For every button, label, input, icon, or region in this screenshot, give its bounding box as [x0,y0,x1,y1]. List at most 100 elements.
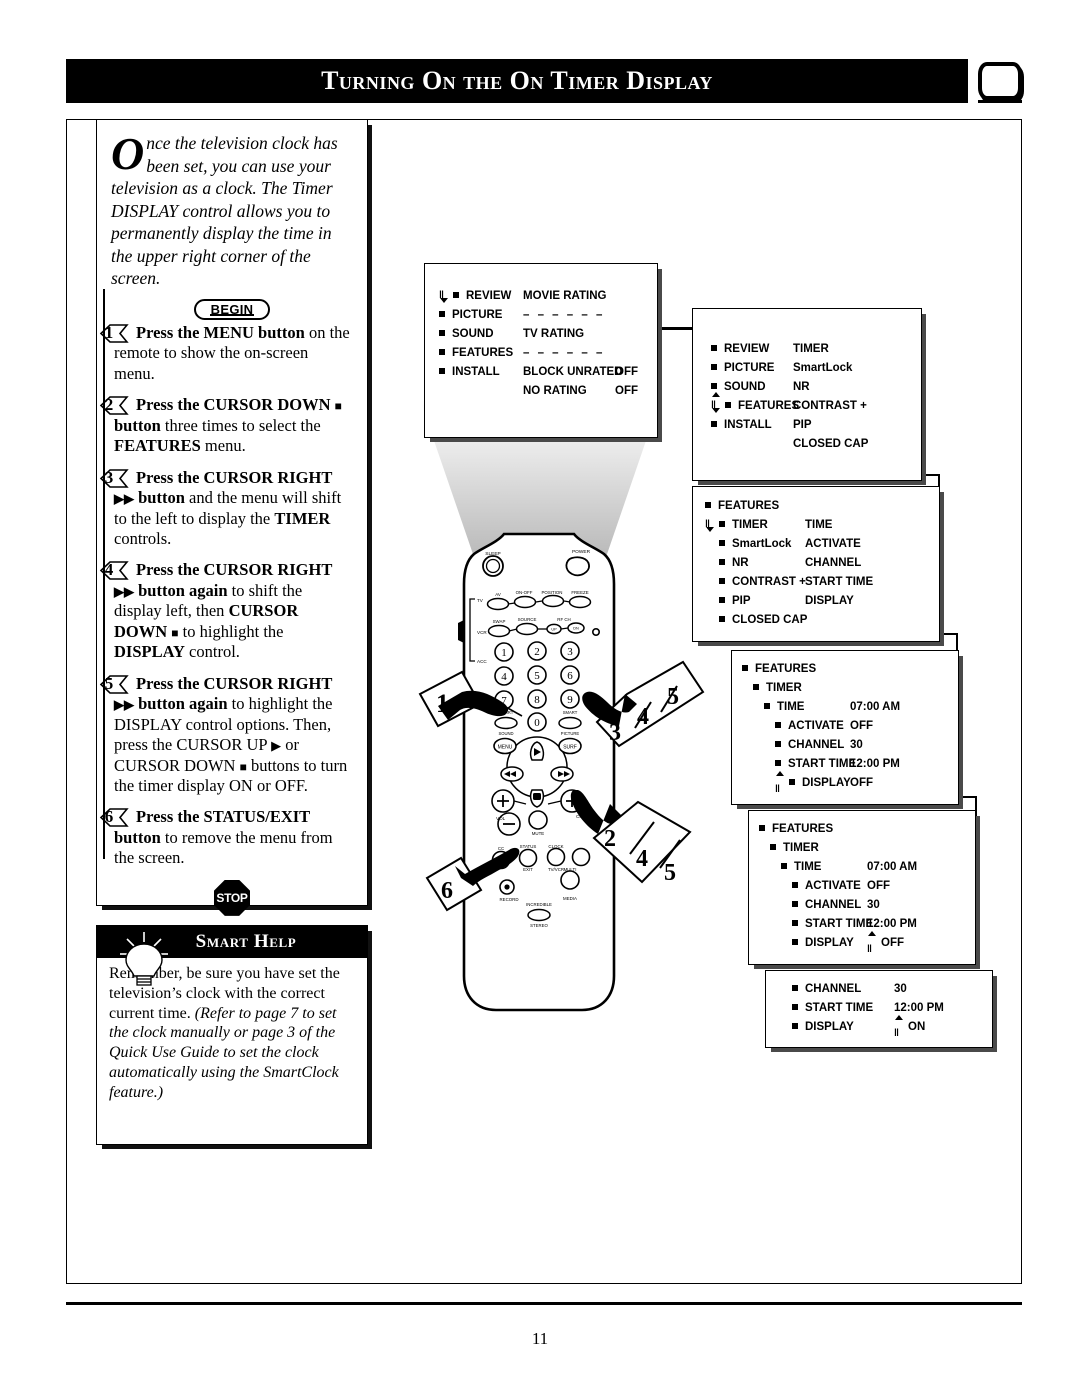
callout-step-1: 1 [418,670,523,728]
svg-text:TV: TV [477,598,484,603]
osd-row-label: TIMER [732,519,768,531]
svg-text:FREEZE: FREEZE [571,590,588,595]
osd-bullet [781,863,787,869]
osd-value-text: ON [908,1021,926,1033]
svg-text:VCR: VCR [477,630,487,635]
osd-row-value: 30 [894,983,907,995]
osd-row: TIMER [770,842,819,854]
osd-row-label: ACTIVATE [788,720,844,732]
osd-bullet [719,540,725,546]
step-text: Press the CURSOR RIGHT ▶▶ button again t… [114,560,333,662]
osd-row: ‖ DISPLAY [775,771,851,795]
osd-bullet [725,402,731,408]
svg-text:RF CH: RF CH [557,617,570,622]
osd-value-text: 07:00 AM [850,701,901,713]
begin-label: BEGIN [209,301,254,317]
step-2: 2 Press the CURSOR DOWN ■ button three ti… [99,395,353,456]
osd-row: INSTALL [711,419,772,431]
step-number: 2 [104,395,114,415]
osd-row-value: – – – – – – [523,347,605,359]
osd-row-value: 12:00 PM [867,918,917,930]
osd-row-label: TIMER [766,682,802,694]
osd-value-text: 12:00 PM [894,1002,944,1014]
step-number: 6 [104,807,114,827]
step-text: Press the MENU button on the remote to s… [114,322,350,383]
osd-row-label: TIMER [783,842,819,854]
osd-row-value: PIP [793,419,812,431]
osd-row-value: ACTIVATE [805,538,861,550]
osd-value-text: NR [793,381,810,393]
osd-row-label: FEATURES [755,663,817,675]
svg-text:SWAP: SWAP [493,619,506,624]
osd-bullet [439,349,445,355]
osd-row-label: FEATURES [718,500,780,512]
drop-cap: O [111,128,145,179]
osd-bullet [753,684,759,690]
intro-paragraph: Once the television clock has been set, … [111,128,353,290]
osd-value-text: 30 [894,983,907,995]
steps-list: 1 Press the MENU button on the remote to … [99,288,353,869]
osd-bullet [770,844,776,850]
osd-value-text: NO RATING [523,385,587,397]
osd-row-label: TIME [794,861,822,873]
osd-row: FEATURES [759,823,833,835]
stop-badge: STOP [214,879,250,916]
osd-row: START TIME [792,918,873,930]
osd-bullet [792,901,798,907]
svg-text:5: 5 [664,860,676,886]
osd-row-value: MOVIE RATING [523,290,606,302]
osd-bullet [792,920,798,926]
osd-row-label: START TIME [788,758,857,770]
osd-bullet [775,722,781,728]
osd-value-text: SmartLock [793,362,853,374]
osd-row-value: OFF [850,777,873,789]
osd-row-label: SOUND [724,381,766,393]
osd-value-text: TV RATING [523,328,585,340]
step-6: 6 Press the STATUS/EXIT button to remove … [99,807,353,868]
svg-text:6: 6 [441,878,453,904]
osd-row: FEATURES [439,347,513,359]
osd-bullet [719,616,725,622]
osd-value-text: – – – – – – [523,309,605,321]
osd-row-label: START TIME [805,1002,874,1014]
osd-row-label: PICTURE [452,309,503,321]
osd-value-text: CHANNEL [805,557,862,569]
lightbulb-icon [120,932,168,986]
osd-row-label: TIME [777,701,805,713]
osd-row: INSTALL [439,366,500,378]
osd-row: ACTIVATE [792,880,861,892]
osd-row: NR [719,557,749,569]
page-number: 11 [531,1329,549,1348]
osd-row: ‖ REVIEW [439,290,512,303]
osd-value-text: CLOSED CAP [793,438,869,450]
osd-row: CHANNEL [792,899,861,911]
smart-help-panel: Smart Help Remember, be sure you have se… [96,925,368,1145]
osd-bullet [789,779,795,785]
osd-panel-timer-list: FEATURES ‖ TIMER TIME SmartLock ACTIVATE NR CHA… [692,486,940,642]
osd-bullet [775,741,781,747]
osd-bullet [764,703,770,709]
osd-row-value: 30 [867,899,880,911]
osd-value-text: TIME [805,519,833,531]
svg-text:4: 4 [636,846,648,872]
osd-row-label: CHANNEL [788,739,845,751]
osd-bullet [719,578,725,584]
osd-row: TIME [764,701,804,713]
osd-row: CHANNEL [775,739,844,751]
osd-row: TIMER [753,682,802,694]
osd-row-value: 12:00 PM [850,758,900,770]
osd-value-text: 07:00 AM [867,861,918,873]
svg-text:STEREO: STEREO [530,923,548,928]
tv-screen-icon [978,62,1022,103]
osd-row-value: 30 [850,739,863,751]
svg-text:4: 4 [637,704,649,730]
osd-row-label: CONTRAST + [732,576,806,588]
smart-help-title: Smart Help [195,931,297,952]
osd-row: ‖ TIMER [705,519,768,532]
osd-row-label: FEATURES [738,400,800,412]
osd-bullet [775,760,781,766]
osd-value-text: 30 [850,739,863,751]
step-text: Press the STATUS/EXIT button to remove t… [114,807,333,868]
osd-value-text: CONTRAST + [793,400,867,412]
osd-row: ‖ FEATURES [711,392,800,413]
